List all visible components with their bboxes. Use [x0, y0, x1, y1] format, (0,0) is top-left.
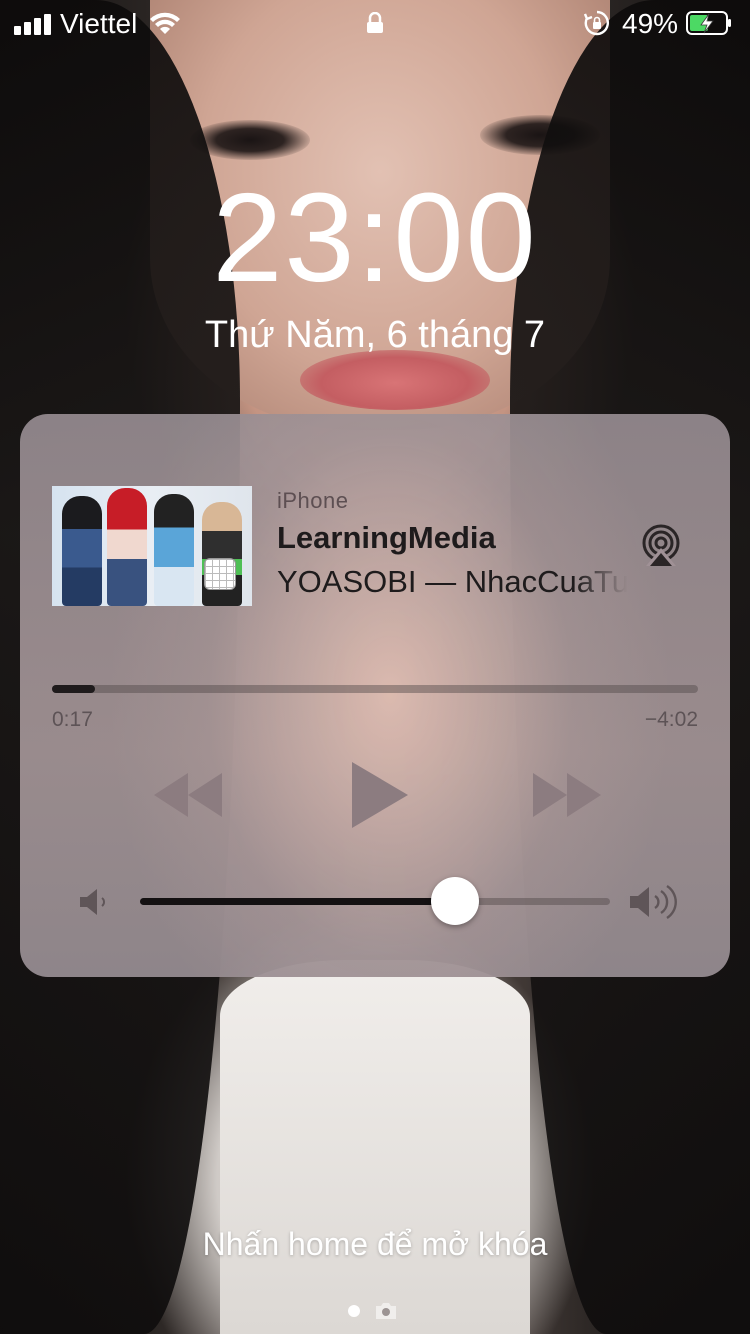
lock-screen: Viettel 49% 23:00 Thứ Năm, 6 tháng 7 iPh… [0, 0, 750, 1334]
track-title: LearningMedia [277, 520, 496, 555]
playback-scrubber[interactable] [52, 685, 698, 693]
volume-fill [140, 898, 455, 905]
page-dot-icon [348, 1305, 360, 1317]
volume-high-icon [630, 884, 677, 920]
battery-percent: 49% [622, 8, 679, 39]
volume-slider[interactable] [140, 877, 610, 925]
now-playing-widget: iPhone LearningMedia YOASOBI — NhacCuaTu… [20, 414, 730, 977]
playback-progress-fill [52, 685, 95, 693]
wallpaper-lips [300, 350, 490, 410]
volume-slider-thumb[interactable] [430, 877, 479, 925]
app-badge-icon [204, 558, 236, 590]
volume-low-icon [80, 889, 105, 915]
track-subtitle: YOASOBI — NhacCuaTui [277, 564, 627, 599]
lock-clock: 23:00 [212, 167, 538, 308]
status-bar: Viettel 49% [0, 0, 750, 46]
rewind-icon[interactable] [150, 760, 230, 830]
carrier-label: Viettel [60, 8, 138, 39]
album-artwork[interactable] [52, 486, 252, 606]
playback-source: iPhone [277, 488, 349, 513]
airplay-icon[interactable] [640, 524, 682, 566]
page-indicator [348, 1302, 398, 1320]
play-icon[interactable] [346, 760, 412, 830]
wallpaper-shirt [220, 960, 530, 1334]
orientation-lock-icon [584, 10, 609, 36]
battery-charging-icon [686, 11, 731, 35]
unlock-hint: Nhấn home để mở khóa [202, 1226, 548, 1262]
camera-icon[interactable] [374, 1302, 398, 1320]
elapsed-time: 0:17 [52, 708, 93, 731]
wifi-icon [150, 12, 180, 34]
fast-forward-icon[interactable] [525, 760, 605, 830]
signal-icon [14, 14, 51, 35]
lock-date: Thứ Năm, 6 tháng 7 [204, 314, 546, 356]
lock-icon [367, 12, 383, 33]
remaining-time: −4:02 [644, 708, 698, 731]
